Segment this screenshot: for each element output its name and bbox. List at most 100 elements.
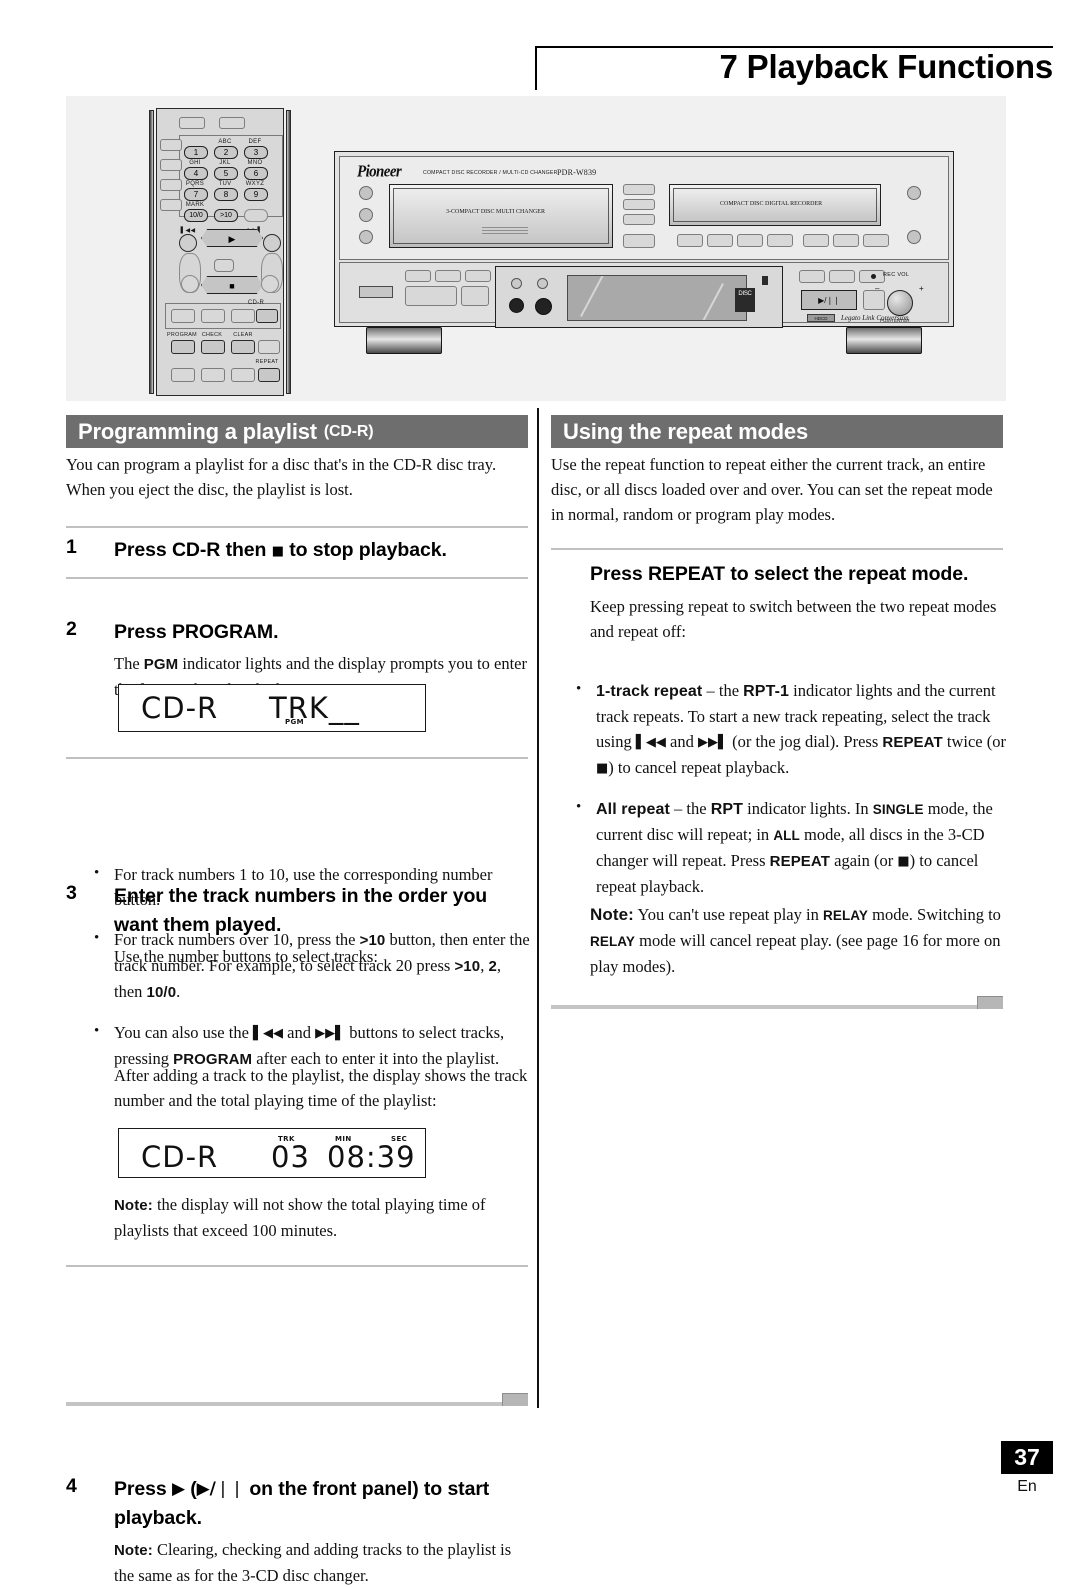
note-100-minutes: Note: the display will not show the tota…: [114, 1192, 530, 1243]
recorder-button-4: [767, 234, 793, 247]
step-1-heading: Press CD-R then ■ to stop playback.: [114, 536, 528, 566]
cd-recorder-illustration: Pioneer COMPACT DISC RECORDER / MULTI-CD…: [334, 151, 954, 359]
rpt-indicator-label: RPT: [710, 801, 744, 818]
bottom-button-2: [201, 368, 225, 382]
mid-button-2: [623, 199, 655, 210]
page-title: 7 Playback Functions: [719, 48, 1054, 85]
remote-side-button-2: [160, 159, 182, 171]
rn-a: You can't use repeat play in: [633, 905, 823, 924]
rb1-f: ) to cancel repeat playback.: [608, 758, 790, 777]
note-label-1: Note:: [114, 1197, 153, 1214]
step-2-number: 2: [66, 618, 77, 640]
relay-mode-label-1: RELAY: [822, 908, 868, 923]
remote-top-button-1: [179, 117, 205, 129]
play-icon: ▶: [171, 1479, 185, 1499]
play-pause-icon: ▶/❘❘: [196, 1479, 245, 1499]
numkey-label-mark: MARK: [185, 202, 205, 208]
left-round-button-3: [359, 230, 373, 244]
numkey-10-0: 10/0: [184, 209, 208, 222]
numkey-label-3: DEF: [248, 139, 262, 145]
play-pause-button: ▶/❘❘: [801, 290, 857, 310]
remote-side-button-3: [160, 179, 182, 191]
rn-c: mode will cancel repeat play. (see page …: [590, 931, 1001, 976]
bullet-one-track-repeat: 1-track repeat – the RPT-1 indicator lig…: [566, 677, 1006, 781]
numkey-label-5: JKL: [219, 160, 231, 166]
divider-above-step1: [66, 526, 528, 528]
display1-right-text: TRK__: [269, 691, 360, 725]
numkey-label-7: PQRS: [185, 181, 205, 187]
section-header-repeat: Using the repeat modes: [551, 415, 1003, 448]
section-header-programming: Programming a playlist (CD-R): [66, 415, 528, 448]
right-column-end-rule: [551, 1005, 1003, 1009]
rn-b: mode. Switching to: [868, 905, 1001, 924]
key-2-label: 2: [488, 958, 497, 975]
skip-forward-icon-inline: ▶▶▌: [315, 1026, 346, 1041]
right-column-end-mark: [977, 996, 1003, 1009]
rec-indicator-dot: [871, 274, 876, 279]
changer-tray-label: 3-COMPACT DISC MULTI CHANGER: [446, 209, 545, 215]
note-label-2: Note:: [114, 1542, 153, 1559]
step-4-text-a: Press: [114, 1478, 172, 1500]
display-box-trk-prompt: CD-R TRK__ PGM: [118, 684, 426, 732]
column-divider: [537, 408, 539, 1408]
remote-side-button-4: [160, 199, 182, 211]
skip-back-icon-right-1: ▌◀◀: [635, 735, 666, 750]
over-10-button-label-2: >10: [454, 958, 481, 975]
bullet2-e: .: [176, 982, 181, 1001]
front-display: [567, 275, 747, 321]
pgm-indicator-label: PGM: [143, 656, 179, 673]
headphone-jack: [509, 298, 524, 313]
display-box-track-time: TRK MIN SEC CD-R 03 08:39: [118, 1128, 426, 1178]
rec-button-2: [829, 270, 855, 283]
aux-round-button-right: [261, 275, 279, 293]
right-round-button-2: [907, 230, 921, 244]
stop-icon-right-1: ■: [596, 761, 609, 776]
function-button-2: [201, 309, 225, 323]
function-button-3: [231, 309, 255, 323]
mic-jack: [535, 298, 552, 315]
rb1-a: – the: [702, 681, 744, 700]
header-vertical-rule: [535, 46, 537, 90]
one-track-repeat-label: 1-track repeat: [596, 683, 703, 700]
remote-top-button-2: [219, 117, 245, 129]
over-10-button-label-1: >10: [359, 932, 386, 949]
section-title-programming: Programming a playlist: [78, 418, 317, 444]
power-switch: [359, 286, 393, 298]
key-10-0-label: 10/0: [146, 984, 177, 1001]
rb2-b: indicator lights. In: [743, 799, 873, 818]
numkey-1: 1: [184, 146, 208, 159]
changer-tray-vent: [482, 227, 528, 236]
stop-button: ■: [201, 276, 263, 294]
skip-back-button: [179, 234, 197, 252]
remote-right-edge: [286, 110, 291, 394]
numkey-4: 4: [184, 167, 208, 180]
single-mode-label: SINGLE: [872, 802, 924, 817]
repeat-relay-note: Note: You can't use repeat play in RELAY…: [590, 902, 1002, 979]
bullet-all-repeat: All repeat – the RPT indicator lights. I…: [566, 795, 1006, 899]
numkey-7: 7: [184, 188, 208, 201]
step-4-text-b: (: [184, 1478, 197, 1500]
remote-side-button-1: [160, 139, 182, 151]
display2-track-number: 03: [271, 1140, 310, 1174]
after-adding-track-text: After adding a track to the playlist, th…: [114, 1066, 528, 1110]
relay-mode-label-2: RELAY: [590, 934, 636, 949]
bottom-button-3: [231, 368, 255, 382]
numkey-blank: [244, 209, 268, 222]
divider-above-repeat-sub: [551, 548, 1003, 550]
indicator-led: [762, 276, 768, 285]
program-button: [171, 340, 195, 354]
step-4-number: 4: [66, 1475, 77, 1497]
recorder-button-6: [833, 234, 859, 247]
aux-round-button-left: [181, 275, 199, 293]
recorder-button-3: [737, 234, 763, 247]
numkey-6: 6: [244, 167, 268, 180]
pioneer-logo: Pioneer: [357, 162, 402, 182]
lower-button-1: [405, 270, 431, 282]
rb1-d: (or the jog dial). Press: [727, 732, 883, 751]
lower-button-4: [405, 286, 457, 306]
chassis-foot-right: [846, 327, 922, 354]
numkey-8: 8: [214, 188, 238, 201]
mid-button-4: [623, 234, 655, 248]
model-number-text: PDR-W839: [557, 168, 597, 177]
skip-back-icon-inline: ▌◀◀: [253, 1026, 284, 1041]
